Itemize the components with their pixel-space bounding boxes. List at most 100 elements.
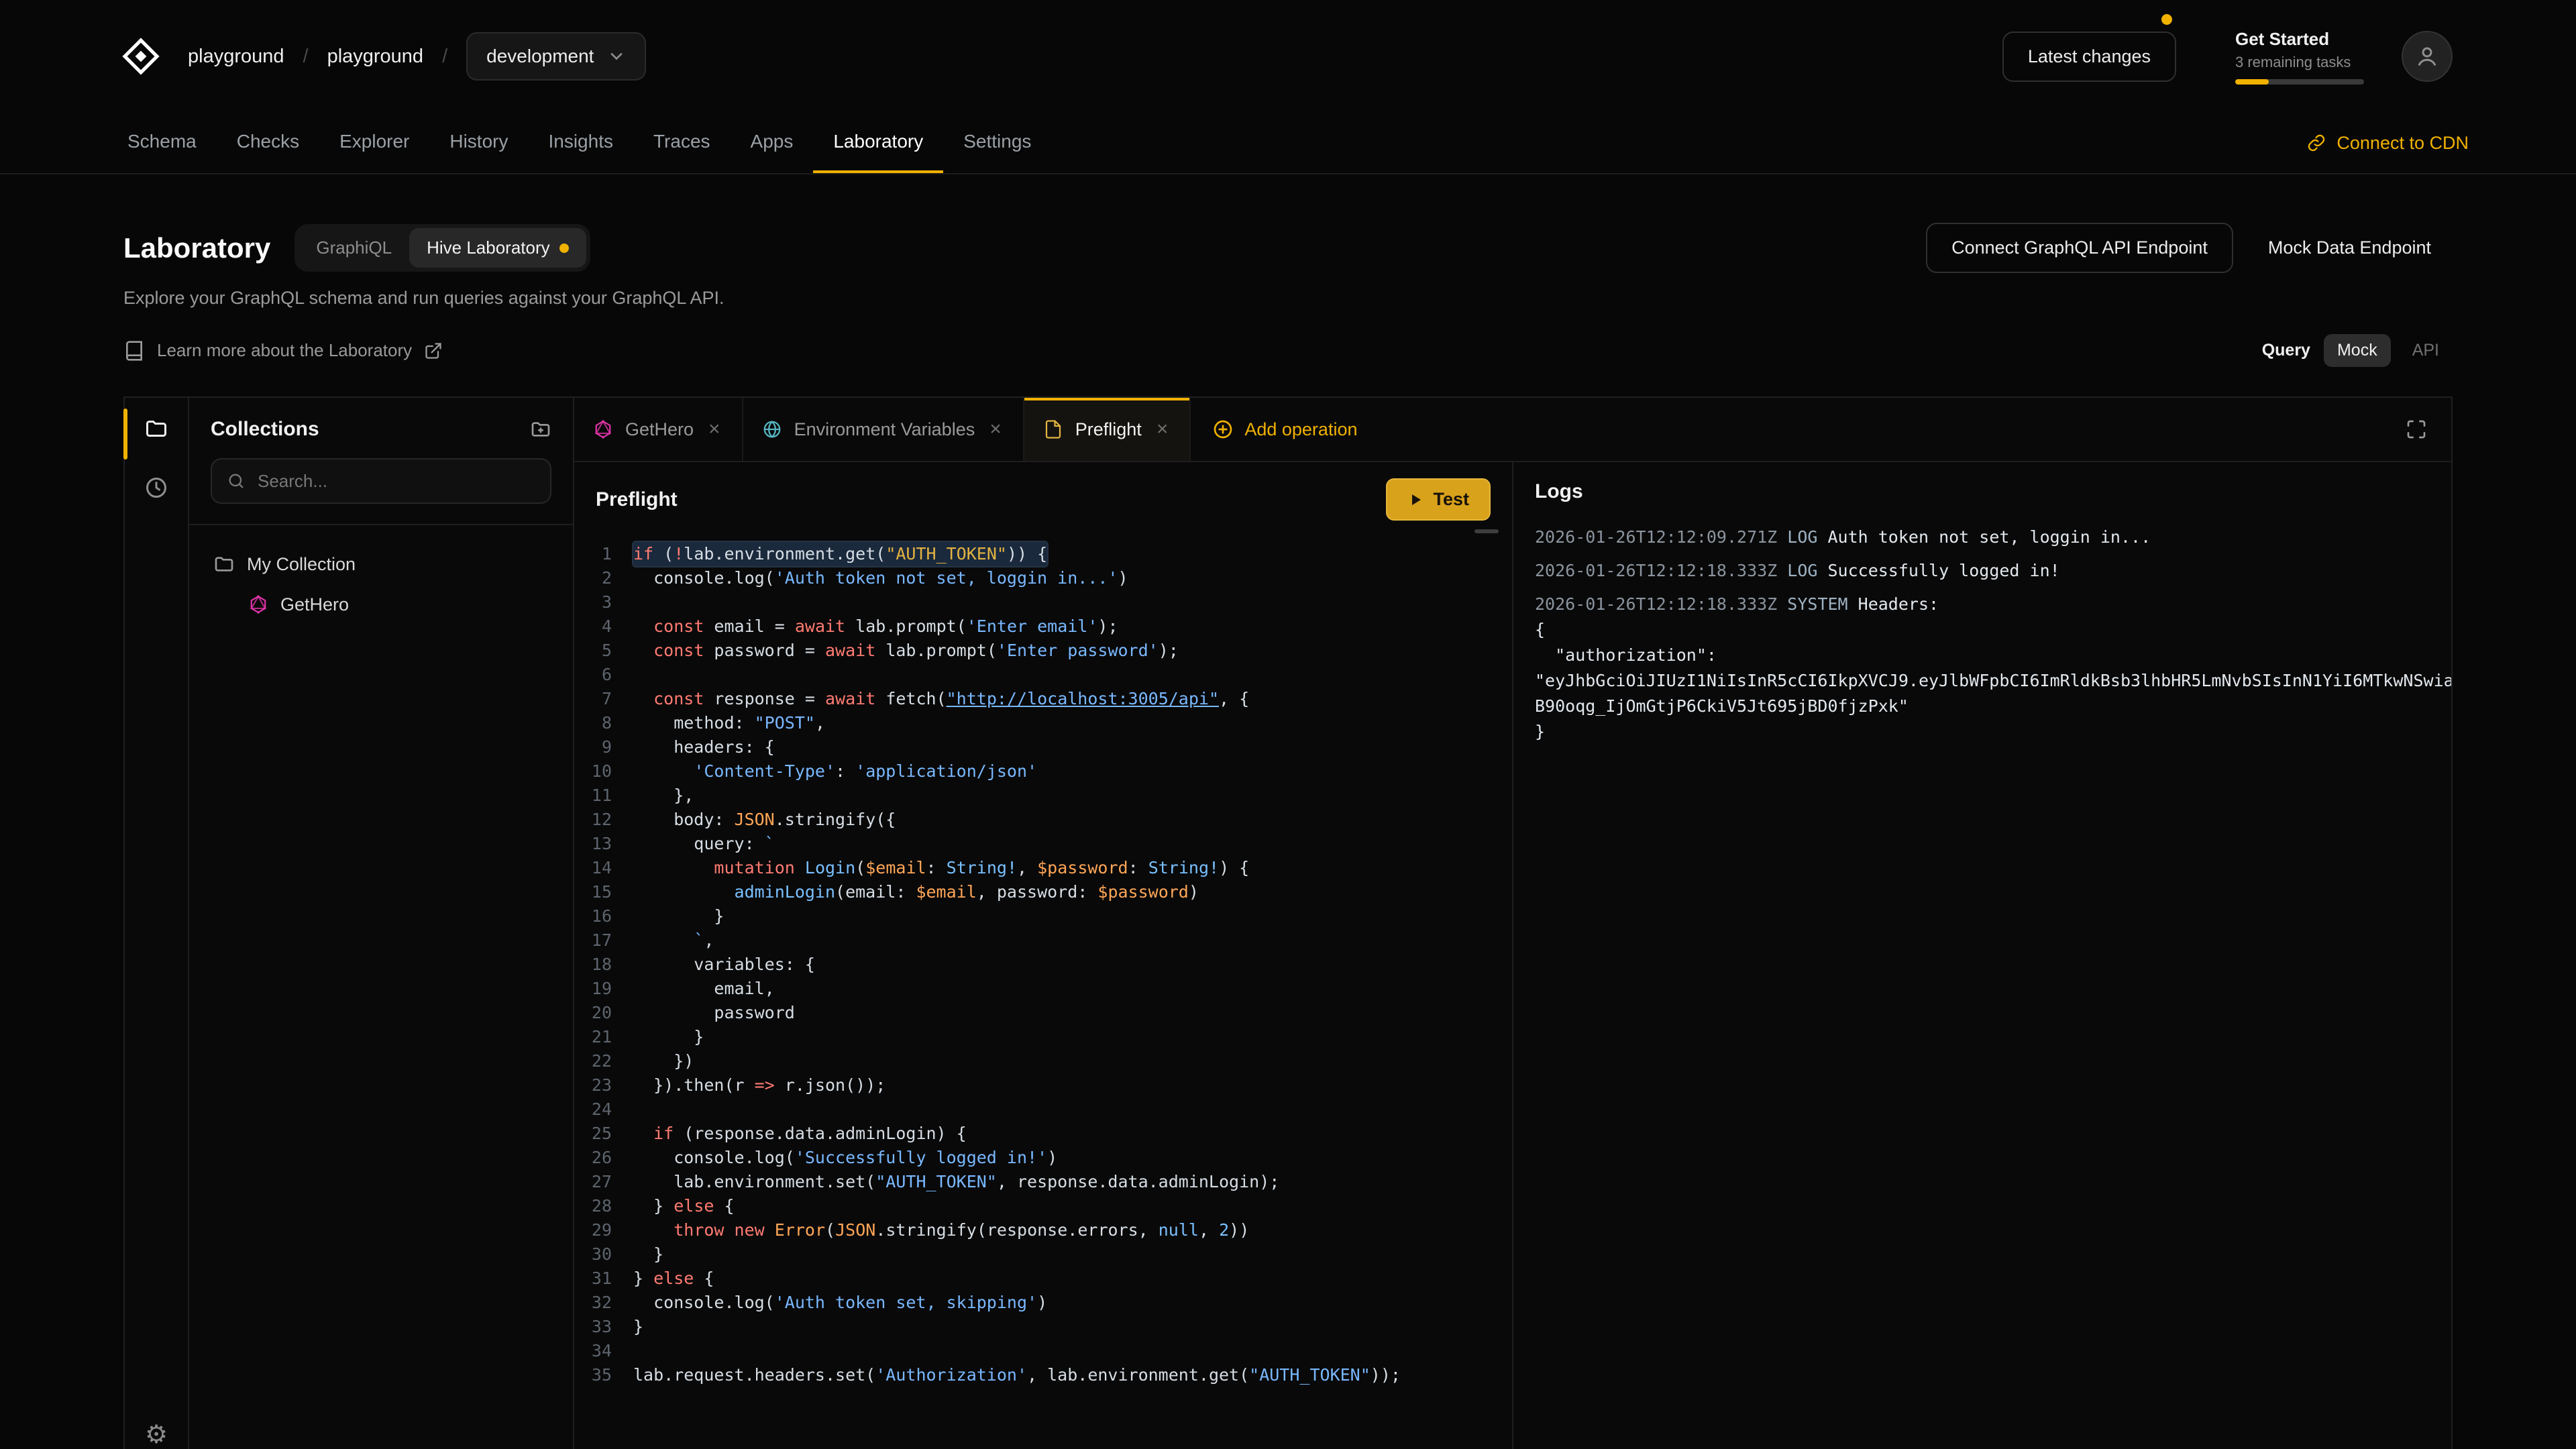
nav-tab-explorer[interactable]: Explorer	[319, 113, 429, 173]
breadcrumb-project[interactable]: playground	[327, 46, 424, 68]
code-line[interactable]: 14 mutation Login($email: String!, $pass…	[574, 856, 1512, 880]
target-selector[interactable]: development	[466, 32, 646, 80]
code-line[interactable]: 24	[574, 1097, 1512, 1122]
code-line-content: adminLogin(email: $email, password: $pas…	[633, 880, 1199, 904]
nav-tab-settings[interactable]: Settings	[943, 113, 1051, 173]
code-line[interactable]: 3	[574, 590, 1512, 614]
close-tab-icon[interactable]: ×	[987, 418, 1004, 441]
connect-endpoint-button[interactable]: Connect GraphQL API Endpoint	[1926, 223, 2233, 273]
code-editor[interactable]: 1if (!lab.environment.get("AUTH_TOKEN"))…	[574, 537, 1512, 1449]
code-line[interactable]: 33}	[574, 1315, 1512, 1339]
nav-tab-schema[interactable]: Schema	[107, 113, 217, 173]
collections-search-input[interactable]	[258, 471, 535, 492]
code-line[interactable]: 12 body: JSON.stringify({	[574, 808, 1512, 832]
tab-environment-variables[interactable]: Environment Variables×	[743, 398, 1024, 461]
code-line[interactable]: 2 console.log('Auth token not set, loggi…	[574, 566, 1512, 590]
line-number: 18	[574, 953, 633, 977]
code-line[interactable]: 13 query: `	[574, 832, 1512, 856]
code-line[interactable]: 31} else {	[574, 1267, 1512, 1291]
tab-preflight[interactable]: Preflight×	[1024, 398, 1191, 461]
nav-tab-laboratory[interactable]: Laboratory	[813, 113, 943, 173]
line-number: 17	[574, 928, 633, 953]
close-tab-icon[interactable]: ×	[1154, 418, 1171, 441]
code-line[interactable]: 1if (!lab.environment.get("AUTH_TOKEN"))…	[574, 542, 1512, 566]
code-line[interactable]: 11 },	[574, 784, 1512, 808]
log-continuation-line: }	[1535, 719, 2451, 745]
add-operation-button[interactable]: Add operation	[1191, 398, 1379, 461]
test-button[interactable]: Test	[1386, 478, 1491, 521]
fullscreen-icon[interactable]	[2381, 398, 2451, 461]
settings-gear-icon[interactable]: ⚙	[145, 1419, 168, 1449]
graphql-icon	[593, 419, 613, 439]
mock-endpoint-button[interactable]: Mock Data Endpoint	[2247, 224, 2453, 272]
query-mode-api[interactable]: API	[2399, 334, 2453, 367]
code-line[interactable]: 16 }	[574, 904, 1512, 928]
latest-changes-label: Latest changes	[2028, 46, 2151, 66]
collections-icon[interactable]	[144, 417, 168, 441]
get-started-subtitle: 3 remaining tasks	[2235, 54, 2364, 71]
code-line-content: },	[633, 784, 694, 808]
breadcrumb-org[interactable]: playground	[188, 46, 284, 68]
code-line[interactable]: 26 console.log('Successfully logged in!'…	[574, 1146, 1512, 1170]
code-line-content: headers: {	[633, 735, 775, 759]
history-icon[interactable]	[144, 476, 168, 500]
code-line-content: }).then(r => r.json());	[633, 1073, 885, 1097]
nav-tab-traces[interactable]: Traces	[633, 113, 731, 173]
nav-tab-insights[interactable]: Insights	[528, 113, 633, 173]
code-line[interactable]: 15 adminLogin(email: $email, password: $…	[574, 880, 1512, 904]
code-line-content: console.log('Auth token set, skipping')	[633, 1291, 1047, 1315]
line-number: 30	[574, 1242, 633, 1267]
hive-logo-icon[interactable]	[118, 34, 164, 79]
code-line[interactable]: 25 if (response.data.adminLogin) {	[574, 1122, 1512, 1146]
code-line[interactable]: 27 lab.environment.set("AUTH_TOKEN", res…	[574, 1170, 1512, 1194]
tabsbar-spacer	[1379, 398, 2381, 461]
test-button-label: Test	[1433, 489, 1469, 510]
collections-search[interactable]	[211, 458, 551, 504]
learn-more-link[interactable]: Learn more about the Laboratory	[123, 340, 443, 362]
code-line[interactable]: 23 }).then(r => r.json());	[574, 1073, 1512, 1097]
connect-cdn-link[interactable]: Connect to CDN	[2307, 113, 2469, 173]
code-line[interactable]: 10 'Content-Type': 'application/json'	[574, 759, 1512, 784]
nav-tab-history[interactable]: History	[429, 113, 528, 173]
line-number: 26	[574, 1146, 633, 1170]
code-line[interactable]: 29 throw new Error(JSON.stringify(respon…	[574, 1218, 1512, 1242]
nav-tab-apps[interactable]: Apps	[731, 113, 814, 173]
query-mode-mock[interactable]: Mock	[2324, 334, 2391, 367]
code-line[interactable]: 21 }	[574, 1025, 1512, 1049]
code-line[interactable]: 20 password	[574, 1001, 1512, 1025]
editor-pane-title: Preflight	[596, 488, 678, 511]
code-line[interactable]: 8 method: "POST",	[574, 711, 1512, 735]
close-tab-icon[interactable]: ×	[706, 418, 723, 441]
code-line-content: email,	[633, 977, 775, 1001]
code-line[interactable]: 7 const response = await fetch("http://l…	[574, 687, 1512, 711]
code-line[interactable]: 5 const password = await lab.prompt('Ent…	[574, 639, 1512, 663]
code-line[interactable]: 22 })	[574, 1049, 1512, 1073]
line-number: 33	[574, 1315, 633, 1339]
nav-tab-checks[interactable]: Checks	[217, 113, 319, 173]
line-number: 4	[574, 614, 633, 639]
code-line[interactable]: 6	[574, 663, 1512, 687]
tree-item-gethero[interactable]: GetHero	[200, 584, 562, 625]
code-line[interactable]: 17 `,	[574, 928, 1512, 953]
tree-item-my-collection[interactable]: My Collection	[200, 544, 562, 584]
logs-output[interactable]: 2026-01-26T12:12:09.271Z LOG Auth token …	[1513, 519, 2451, 1449]
get-started-widget[interactable]: Get Started 3 remaining tasks	[2235, 29, 2364, 85]
code-line[interactable]: 35lab.request.headers.set('Authorization…	[574, 1363, 1512, 1387]
code-line[interactable]: 18 variables: {	[574, 953, 1512, 977]
mode-toggle-graphiql[interactable]: GraphiQL	[299, 228, 409, 268]
tab-gethero[interactable]: GetHero×	[574, 398, 743, 461]
latest-changes-button[interactable]: Latest changes	[2002, 32, 2176, 82]
code-line[interactable]: 30 }	[574, 1242, 1512, 1267]
link-icon	[2307, 133, 2326, 152]
code-line[interactable]: 19 email,	[574, 977, 1512, 1001]
code-line[interactable]: 32 console.log('Auth token set, skipping…	[574, 1291, 1512, 1315]
new-collection-icon[interactable]	[530, 419, 551, 440]
code-line[interactable]: 34	[574, 1339, 1512, 1363]
user-avatar[interactable]	[2402, 31, 2453, 82]
code-line[interactable]: 9 headers: {	[574, 735, 1512, 759]
code-line[interactable]: 28 } else {	[574, 1194, 1512, 1218]
code-line[interactable]: 4 const email = await lab.prompt('Enter …	[574, 614, 1512, 639]
mode-toggle-hive-laboratory[interactable]: Hive Laboratory	[409, 228, 586, 268]
editor-logs-row: Preflight Test 1if (!lab.environment.get…	[574, 462, 2451, 1449]
laboratory-panel: ⚙ Collections My CollectionGetHero Ge	[123, 396, 2453, 1449]
